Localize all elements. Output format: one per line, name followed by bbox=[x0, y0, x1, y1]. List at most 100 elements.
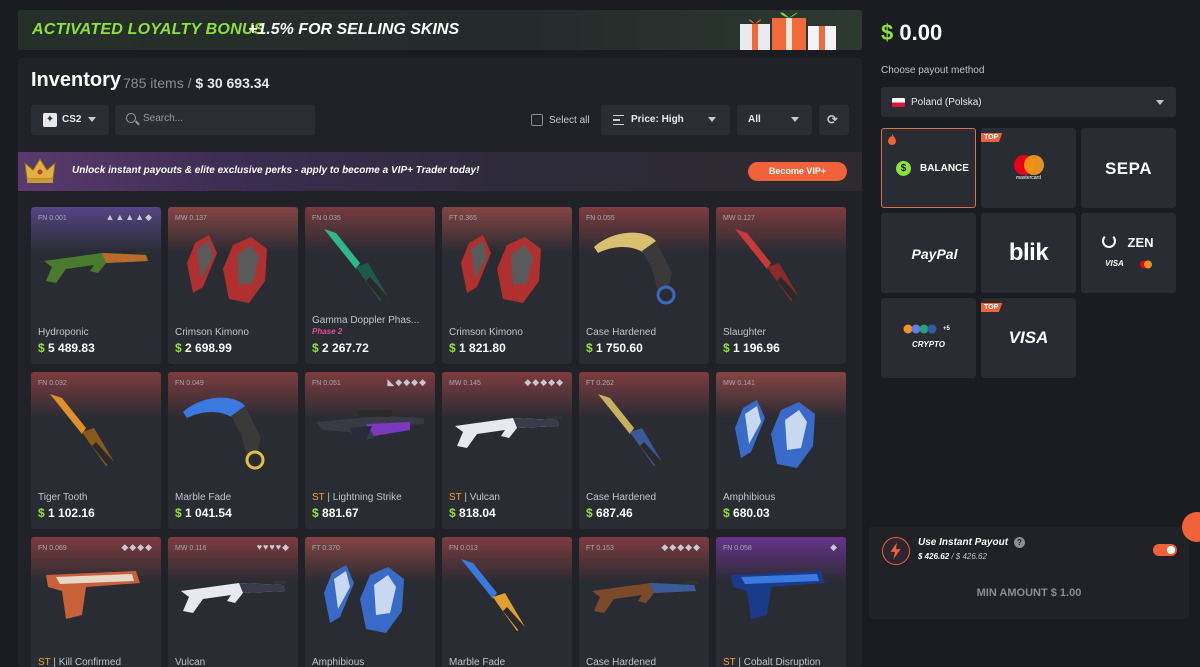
item-card[interactable]: MW 0.141 Amphibious $ 680.03 bbox=[716, 372, 846, 529]
country-select[interactable]: Poland (Polska) bbox=[881, 87, 1176, 117]
filter-label: All bbox=[748, 114, 761, 125]
item-float: FT 0.365 bbox=[449, 215, 477, 222]
instant-payout-panel: Use Instant Payout ? $ 426.62 / $ 426.62… bbox=[869, 527, 1189, 619]
item-name-text: Lightning Strike bbox=[332, 492, 402, 503]
filter-select[interactable]: All bbox=[737, 105, 812, 135]
item-card[interactable]: MW 0.145 ◆◆◆◆◆ ST | Vulcan $ 818.04 bbox=[442, 372, 572, 529]
item-card[interactable]: FN 0.055 Case Hardened $ 1 750.60 bbox=[579, 207, 709, 364]
sepa-label: SEPA bbox=[1104, 159, 1153, 178]
item-card[interactable]: FN 0.032 Tiger Tooth $ 1 102.16 bbox=[31, 372, 161, 529]
item-float: FN 0.001 bbox=[38, 215, 67, 222]
crypto-coins-icon bbox=[903, 324, 937, 334]
payout-zen[interactable]: ZEN VISA bbox=[1081, 213, 1176, 293]
item-card[interactable]: FT 0.370 Amphibious bbox=[305, 537, 435, 667]
item-stickers: ◆◆◆◆ bbox=[121, 542, 153, 552]
item-price-value: 1 102.16 bbox=[48, 506, 95, 520]
chevron-down-icon bbox=[1156, 100, 1164, 105]
item-name: Slaughter bbox=[723, 327, 841, 338]
item-name: ST | Cobalt Disruption bbox=[723, 657, 841, 667]
sort-icon bbox=[613, 115, 624, 125]
item-card[interactable]: FT 0.365 Crimson Kimono $ 1 821.80 bbox=[442, 207, 572, 364]
item-card[interactable]: FN 0.049 Marble Fade $ 1 041.54 bbox=[168, 372, 298, 529]
item-card[interactable]: FN 0.069 ◆◆◆◆ ST | Kill Confirmed bbox=[31, 537, 161, 667]
item-price: $ 1 196.96 bbox=[723, 341, 780, 355]
sort-select[interactable]: Price: High bbox=[601, 105, 730, 135]
item-name-text: Gamma Doppler Phas... bbox=[312, 315, 420, 326]
crypto-label: CRYPTO bbox=[911, 340, 946, 349]
price-currency: $ bbox=[175, 341, 182, 355]
payout-paypal[interactable]: PayPal bbox=[881, 213, 976, 293]
item-card[interactable]: FT 0.153 ◆◆◆◆◆ Case Hardened bbox=[579, 537, 709, 667]
instant-payout-toggle[interactable] bbox=[1153, 544, 1177, 556]
item-card[interactable]: MW 0.116 ♥♥♥♥◆ Vulcan bbox=[168, 537, 298, 667]
payout-blik[interactable]: blik bbox=[981, 213, 1076, 293]
payout-crypto[interactable]: +5 CRYPTO bbox=[881, 298, 976, 378]
payout-mastercard[interactable]: TOP mastercard bbox=[981, 128, 1076, 208]
item-card[interactable]: FT 0.262 Case Hardened $ 687.46 bbox=[579, 372, 709, 529]
min-amount-button[interactable]: MIN AMOUNT $ 1.00 bbox=[869, 587, 1189, 599]
item-float: MW 0.127 bbox=[723, 215, 755, 222]
game-select[interactable]: ✦ CS2 bbox=[31, 105, 109, 135]
loyalty-banner: ACTIVATED LOYALTY BONUS +1.5% FOR SELLIN… bbox=[18, 10, 862, 50]
item-card[interactable]: FN 0.001 ▲▲▲▲◆ Hydroponic $ 5 489.83 bbox=[31, 207, 161, 364]
item-name-text: Amphibious bbox=[312, 657, 365, 667]
item-card[interactable]: FN 0.051 ◣◆◆◆◆ ST | Lightning Strike $ 881.… bbox=[305, 372, 435, 529]
item-price: $ 687.46 bbox=[586, 506, 633, 520]
item-price-value: 881.67 bbox=[322, 506, 359, 520]
item-float: FN 0.069 bbox=[38, 545, 67, 552]
item-image bbox=[316, 410, 424, 442]
search-icon bbox=[126, 113, 136, 123]
item-name-text: Marble Fade bbox=[175, 492, 232, 503]
top-badge: TOP bbox=[981, 133, 1003, 142]
payout-balance[interactable]: $ BALANCE bbox=[881, 128, 976, 208]
stattrak-label: ST bbox=[723, 657, 736, 667]
item-stickers: ♥♥♥♥◆ bbox=[256, 542, 290, 552]
item-image bbox=[735, 400, 815, 468]
item-price-value: 687.46 bbox=[596, 506, 633, 520]
price-currency: $ bbox=[175, 506, 182, 520]
item-name: Marble Fade bbox=[175, 492, 293, 503]
zen-label: ZEN bbox=[1127, 235, 1154, 250]
item-float: FN 0.051 bbox=[312, 380, 341, 387]
item-card[interactable]: FN 0.058 ◆ ST | Cobalt Disruption bbox=[716, 537, 846, 667]
item-float: FN 0.049 bbox=[175, 380, 204, 387]
item-price-value: 1 821.80 bbox=[459, 341, 506, 355]
item-float: MW 0.116 bbox=[175, 545, 207, 552]
item-name-text: Hydroponic bbox=[38, 327, 89, 338]
price-currency: $ bbox=[723, 341, 730, 355]
vip-text: Unlock instant payouts & elite exclusive… bbox=[72, 165, 480, 176]
chevron-down-icon bbox=[791, 117, 799, 122]
item-name-text: Vulcan bbox=[175, 657, 206, 667]
item-card[interactable]: MW 0.127 Slaughter $ 1 196.96 bbox=[716, 207, 846, 364]
item-card[interactable]: FN 0.013 Marble Fade bbox=[442, 537, 572, 667]
poland-flag-icon bbox=[892, 98, 905, 107]
stattrak-separator: | bbox=[324, 492, 333, 503]
help-icon[interactable]: ? bbox=[1014, 537, 1025, 548]
balance-label: BALANCE bbox=[920, 163, 969, 174]
payout-sepa[interactable]: SEPA bbox=[1081, 128, 1176, 208]
item-image bbox=[44, 251, 150, 283]
payout-visa[interactable]: TOP VISA bbox=[981, 298, 1076, 378]
mastercard-icon bbox=[1140, 260, 1152, 269]
banner-bonus: +1.5% FOR SELLING SKINS bbox=[248, 21, 460, 38]
stattrak-separator: | bbox=[735, 657, 744, 667]
item-float: FN 0.032 bbox=[38, 380, 67, 387]
item-name: Crimson Kimono bbox=[175, 327, 293, 338]
stattrak-separator: | bbox=[50, 657, 59, 667]
price-currency: $ bbox=[449, 341, 456, 355]
search-input[interactable] bbox=[143, 113, 303, 124]
refresh-button[interactable]: ⟳ bbox=[819, 105, 849, 135]
item-name: Case Hardened bbox=[586, 492, 704, 503]
lightning-icon bbox=[882, 537, 910, 565]
item-card[interactable]: FN 0.035 Gamma Doppler Phas... Phase 2 $ 2 … bbox=[305, 207, 435, 364]
select-all-checkbox[interactable] bbox=[531, 114, 543, 126]
item-card[interactable]: MW 0.137 Crimson Kimono $ 2 698.99 bbox=[168, 207, 298, 364]
search-box[interactable] bbox=[115, 105, 315, 135]
payout-sidebar: $ 0.00 Choose payout method Poland (Pols… bbox=[869, 10, 1189, 520]
item-name-text: Tiger Tooth bbox=[38, 492, 88, 503]
visa-label: VISA bbox=[1008, 328, 1049, 347]
item-image bbox=[187, 235, 267, 303]
chevron-down-icon bbox=[708, 117, 716, 122]
become-vip-button[interactable]: Become VIP+ bbox=[748, 162, 847, 181]
country-label: Poland (Polska) bbox=[911, 97, 982, 108]
